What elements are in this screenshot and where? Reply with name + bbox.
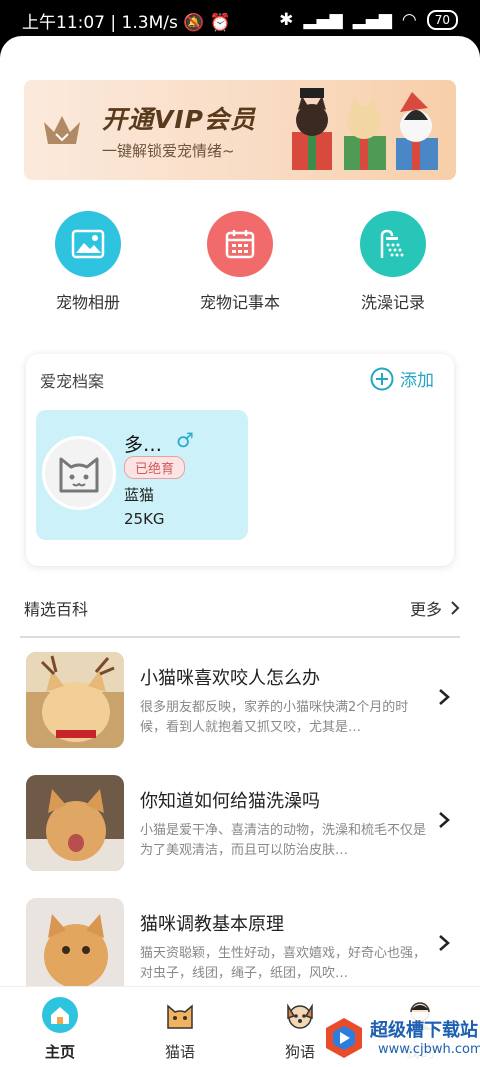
chevron-right-icon xyxy=(439,935,450,951)
quick-action-notebook[interactable]: 宠物记事本 xyxy=(175,211,305,313)
add-pet-button[interactable]: 添加 xyxy=(370,366,434,391)
tab-label: 主页 xyxy=(44,1043,75,1061)
article-title: 猫咪调教基本原理 xyxy=(140,914,284,935)
article-desc: 猫天资聪颖，生性好动，喜欢嬉戏，好奇心也强，对虫子，线团，绳子，纸团，风吹… xyxy=(140,946,427,981)
mute-icon: 🔕 xyxy=(183,12,205,33)
pet-breed: 蓝猫 xyxy=(124,486,155,504)
bluetooth-icon: ✱ xyxy=(279,10,294,30)
quick-actions: 宠物相册 宠物记事本 洗澡记录 xyxy=(0,211,480,321)
watermark-text: 超级槽下载站 xyxy=(370,1020,478,1041)
status-time: 上午11:07 xyxy=(22,12,105,33)
vip-subtitle: 一键解锁爱宠情绪~ xyxy=(102,142,235,160)
cat-photo-icon xyxy=(26,652,124,748)
article-item[interactable]: 猫咪调教基本原理 猫天资聪颖，生性好动，喜欢嬉戏，好奇心也强，对虫子，线团，绳子… xyxy=(26,898,456,996)
neutered-badge: 已绝育 xyxy=(124,456,186,479)
article-title: 你知道如何给猫洗澡吗 xyxy=(140,791,320,812)
alarm-icon: ⏰ xyxy=(209,12,231,33)
article-thumbnail xyxy=(26,652,124,748)
status-right: ✱ ▂▄▆ ▂▄▆ ◠ 70 xyxy=(279,10,458,30)
more-label: 更多 xyxy=(409,600,442,619)
vip-title: 开通VIP会员 xyxy=(102,105,256,134)
pet-avatar xyxy=(42,436,116,510)
chevron-right-icon xyxy=(439,689,450,705)
quick-action-label: 宠物相册 xyxy=(55,293,120,312)
pet-profile-title: 爱宠档案 xyxy=(40,372,105,391)
cat-face-icon xyxy=(59,457,99,493)
tab-cat-language[interactable]: 猫语 xyxy=(140,997,220,1062)
crown-icon xyxy=(44,116,80,144)
article-item[interactable]: 小猫咪喜欢咬人怎么办 很多朋友都反映，家养的小猫咪快满2个月的时候，看到人就抱着… xyxy=(26,652,456,750)
male-gender-icon: ♂ xyxy=(176,428,194,452)
pet-weight: 25KG xyxy=(124,510,165,528)
watermark: 超级槽下载站 www.cjbwh.com xyxy=(318,1012,480,1067)
add-pet-label: 添加 xyxy=(400,371,434,391)
pet-card[interactable]: 多… ♂ 已绝育 蓝猫 25KG xyxy=(36,410,248,540)
shower-icon xyxy=(360,211,426,277)
status-left: 上午11:07 | 1.3M/s 🔕 ⏰ xyxy=(22,12,231,33)
divider xyxy=(20,636,460,638)
network-speed: 1.3M/s xyxy=(121,12,178,33)
more-button[interactable]: 更多 xyxy=(410,596,460,620)
calendar-icon xyxy=(207,211,273,277)
vip-banner[interactable]: 开通VIP会员 一键解锁爱宠情绪~ xyxy=(24,80,456,180)
quick-action-bath-record[interactable]: 洗澡记录 xyxy=(328,211,458,313)
battery-icon: 70 xyxy=(426,10,458,30)
article-desc: 很多朋友都反映，家养的小猫咪快满2个月的时候，看到人就抱着又抓又咬，尤其是… xyxy=(140,700,409,735)
home-page: 开通VIP会员 一键解锁爱宠情绪~ 宠物相册 宠物记事本 洗澡记录 爱宠档案 添… xyxy=(0,36,480,1067)
watermark-url: www.cjbwh.com xyxy=(378,1042,480,1057)
photo-album-icon xyxy=(55,211,121,277)
signal-icon: ▂▄▆ xyxy=(303,10,343,30)
quick-action-label: 洗澡记录 xyxy=(360,293,425,312)
wifi-icon: ◠ xyxy=(401,10,417,30)
pet-name: 多… xyxy=(124,434,163,456)
cat-photo-icon xyxy=(26,775,124,871)
signal-icon-2: ▂▄▆ xyxy=(352,10,392,30)
chevron-right-icon xyxy=(451,601,460,615)
dog-face-icon xyxy=(282,997,318,1033)
article-title: 小猫咪喜欢咬人怎么办 xyxy=(140,668,320,689)
status-bar: 上午11:07 | 1.3M/s 🔕 ⏰ ✱ ▂▄▆ ▂▄▆ ◠ 70 xyxy=(0,0,480,40)
encyclopedia-title: 精选百科 xyxy=(24,600,89,619)
pet-profile-card: 爱宠档案 添加 多… ♂ 已绝育 蓝猫 25KG xyxy=(26,354,454,566)
quick-action-label: 宠物记事本 xyxy=(199,293,280,312)
article-thumbnail xyxy=(26,775,124,871)
tab-label: 猫语 xyxy=(164,1043,195,1061)
cat-photo-icon xyxy=(26,898,124,994)
watermark-logo xyxy=(326,1018,362,1058)
chevron-right-icon xyxy=(439,812,450,828)
encyclopedia-header: 精选百科 更多 xyxy=(24,596,460,620)
article-thumbnail xyxy=(26,898,124,994)
home-icon xyxy=(42,997,78,1033)
article-item[interactable]: 你知道如何给猫洗澡吗 小猫是爱干净、喜清洁的动物，洗澡和梳毛不仅是为了美观清洁，… xyxy=(26,775,456,873)
tab-home[interactable]: 主页 xyxy=(20,997,100,1062)
quick-action-photo-album[interactable]: 宠物相册 xyxy=(23,211,153,313)
gift-cats-illustration xyxy=(292,88,438,170)
article-desc: 小猫是爱干净、喜清洁的动物，洗澡和梳毛不仅是为了美观清洁，而且可以防治皮肤… xyxy=(140,823,427,858)
add-circle-icon xyxy=(370,367,394,390)
cat-face-icon xyxy=(162,997,198,1033)
